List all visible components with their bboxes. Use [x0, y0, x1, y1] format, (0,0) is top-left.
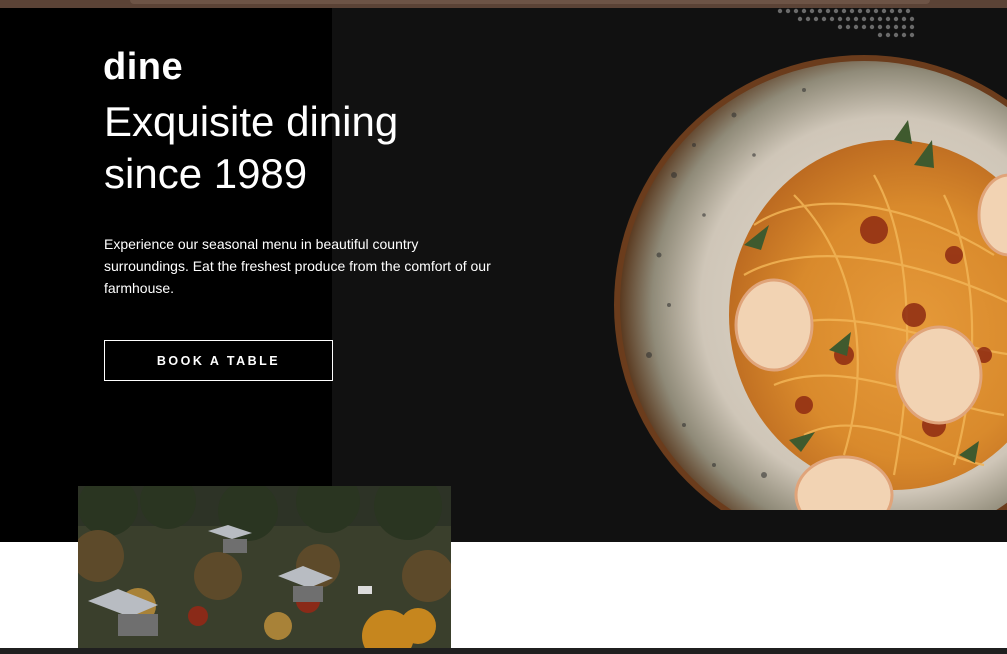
hero-dish-image [614, 55, 1007, 510]
dotted-decoration [777, 8, 915, 38]
brand-logo[interactable]: dine [103, 46, 183, 89]
book-table-button[interactable]: BOOK A TABLE [104, 340, 333, 381]
hero-tagline: Experience our seasonal menu in beautifu… [104, 236, 491, 296]
farmhouse-image [78, 486, 451, 650]
browser-tab-strip [130, 0, 930, 4]
hero-section: dine Exquisite dining since 1989 Experie… [0, 8, 1007, 542]
browser-top-bar [0, 0, 1007, 8]
hero-headline: Exquisite dining since 1989 [104, 98, 399, 197]
bottom-bar [0, 648, 1007, 654]
